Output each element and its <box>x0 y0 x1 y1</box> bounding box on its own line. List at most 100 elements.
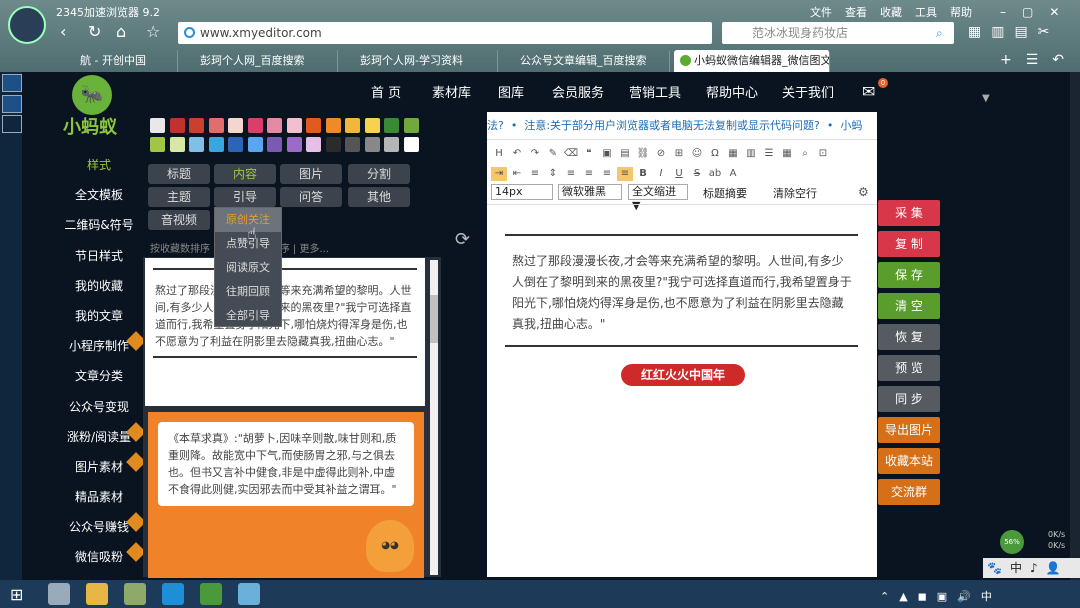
reload-icon[interactable]: ↻ <box>88 22 101 42</box>
action-button[interactable]: 同 步 <box>878 386 940 412</box>
notice-text[interactable]: 注意:关于部分用户浏览器或者电脑无法复制或显示代码问题? <box>524 119 820 132</box>
menu-view[interactable]: 查看 <box>845 4 867 20</box>
template-scroll-thumb[interactable] <box>430 295 438 343</box>
color-swatch[interactable] <box>208 118 224 133</box>
tab-pengke[interactable]: 彭珂个人网-学习资料 <box>340 50 498 72</box>
grid-icon[interactable]: ▦ <box>779 147 795 161</box>
action-button[interactable]: 采 集 <box>878 200 940 226</box>
italic-icon[interactable]: I <box>653 167 669 181</box>
color-swatch[interactable] <box>286 118 302 133</box>
browser-taskbar-icon[interactable] <box>162 583 184 605</box>
settings-icon[interactable]: ⚙ <box>858 185 869 199</box>
color-swatch[interactable] <box>306 118 321 133</box>
logo-icon[interactable]: 🐜 <box>72 75 112 115</box>
sidebar-item[interactable]: 样式 <box>58 150 140 180</box>
color-swatch[interactable] <box>189 118 204 133</box>
ime-toolbar[interactable]: 🐾中♪👤⚙ <box>983 558 1080 595</box>
quote-icon[interactable]: ❝ <box>581 147 597 161</box>
category-button[interactable]: 问答 <box>280 187 342 207</box>
category-button[interactable]: 主题 <box>148 187 210 207</box>
taskbar-app-icon[interactable] <box>124 583 146 605</box>
color-swatch[interactable] <box>150 118 165 133</box>
bg-color-icon[interactable]: ab <box>707 167 723 181</box>
avatar[interactable] <box>8 6 46 44</box>
tab-xmyeditor[interactable]: 小蚂蚁微信编辑器_微信图文 <box>674 50 830 72</box>
emoji-icon[interactable]: ☺ <box>689 147 705 161</box>
image-icon[interactable]: ▣ <box>599 147 615 161</box>
sidebar-item[interactable]: 图片素材 <box>58 451 146 482</box>
underline-icon[interactable]: U <box>671 167 687 181</box>
category-button[interactable]: 其他 <box>348 187 410 207</box>
net-speed-gauge[interactable]: 56% <box>1000 530 1024 554</box>
eraser-icon[interactable]: ⌫ <box>563 147 579 161</box>
color-swatch[interactable] <box>364 137 380 152</box>
search-icon[interactable]: ⌕ <box>936 26 943 41</box>
sidebar-item[interactable]: 涨粉/阅读量 <box>58 421 146 452</box>
clear-blank-button[interactable]: 清除空行 <box>764 185 826 201</box>
brush-icon[interactable]: ✎ <box>545 147 561 161</box>
menu-favorites[interactable]: 收藏 <box>880 4 902 20</box>
category-button[interactable]: 音视频 <box>148 210 210 230</box>
home-icon[interactable]: ⌂ <box>116 22 126 42</box>
color-swatch[interactable] <box>208 137 224 152</box>
sidebar-item[interactable]: 公众号变现 <box>58 392 140 422</box>
color-swatch[interactable] <box>247 137 263 152</box>
link-icon[interactable]: ⛓ <box>635 147 651 161</box>
category-button[interactable]: 标题 <box>148 164 210 184</box>
color-swatch[interactable] <box>384 118 399 133</box>
nav-about[interactable]: 关于我们 <box>782 82 834 101</box>
color-swatch[interactable] <box>169 137 185 152</box>
folder-icon[interactable] <box>86 583 108 605</box>
page-scrollbar[interactable] <box>1070 72 1080 580</box>
spacing-icon[interactable]: ⇕ <box>545 167 561 181</box>
toolbar-extensions[interactable]: ▦▥▤✂ <box>968 22 1059 42</box>
unlink-icon[interactable]: ⊘ <box>653 147 669 161</box>
save-icon[interactable]: ▥ <box>743 147 759 161</box>
tab-baidu-2[interactable]: 公众号文章编辑_百度搜索 <box>500 50 670 72</box>
refresh-icon[interactable]: ⟳ <box>455 229 470 250</box>
color-swatch[interactable] <box>403 118 419 133</box>
font-size-select[interactable]: 14px <box>491 184 553 200</box>
action-button[interactable]: 保 存 <box>878 262 940 288</box>
search-replace-icon[interactable]: ⌕ <box>797 147 813 161</box>
rail-button[interactable] <box>2 74 22 92</box>
dropdown-item[interactable]: 全部引导 <box>215 304 281 328</box>
undo-icon[interactable]: ↶ <box>509 147 525 161</box>
taskbar-app-icon[interactable] <box>200 583 222 605</box>
justify-icon[interactable]: ≡ <box>617 167 633 181</box>
sidebar-item[interactable]: 文章分类 <box>58 361 140 391</box>
font-color-icon[interactable]: A <box>725 167 741 181</box>
redo-icon[interactable]: ↷ <box>527 147 543 161</box>
color-swatch[interactable] <box>325 137 341 152</box>
sidebar-item[interactable]: 微信吸粉 <box>58 542 146 572</box>
color-swatch[interactable] <box>169 118 185 133</box>
menu-tools[interactable]: 工具 <box>915 4 937 20</box>
indent-select[interactable]: 全文缩进 ▼ <box>628 184 688 212</box>
line-height-icon[interactable]: ≡ <box>527 167 543 181</box>
sidebar-item[interactable]: 公众号赚钱 <box>58 512 146 542</box>
align-right-icon[interactable]: ≡ <box>599 167 615 181</box>
mail-icon[interactable]: ✉ <box>862 82 875 101</box>
sidebar-item[interactable]: 我的文章 <box>58 301 140 331</box>
nav-help[interactable]: 帮助中心 <box>706 82 758 101</box>
color-swatch[interactable] <box>345 118 360 133</box>
menu-help[interactable]: 帮助 <box>950 4 972 20</box>
action-button[interactable]: 恢 复 <box>878 324 940 350</box>
sidebar-item[interactable]: 小程序制作 <box>58 331 146 361</box>
html-icon[interactable]: H <box>491 147 507 161</box>
sidebar-item[interactable]: 我的收藏 <box>58 271 140 301</box>
taskbar-app-icon[interactable] <box>238 583 260 605</box>
color-swatch[interactable] <box>384 137 399 152</box>
picture-icon[interactable]: ▦ <box>725 147 741 161</box>
nav-materials[interactable]: 素材库 <box>432 82 471 101</box>
format-icon[interactable]: ⊡ <box>815 147 831 161</box>
category-button[interactable]: 图片 <box>280 164 342 184</box>
menu-file[interactable]: 文件 <box>810 4 832 20</box>
nav-marketing[interactable]: 营销工具 <box>629 82 681 101</box>
nav-membership[interactable]: 会员服务 <box>552 82 604 101</box>
search-input[interactable]: 范冰冰现身药妆店 <box>722 22 954 44</box>
editor-content[interactable]: 熬过了那段漫漫长夜,才会等来充满希望的黎明。人世间,有多少人倒在了黎明到来的黑夜… <box>512 251 852 335</box>
color-swatch[interactable] <box>150 137 165 152</box>
sidebar-item[interactable]: 节日样式 <box>58 241 140 271</box>
color-swatch[interactable] <box>267 118 282 133</box>
